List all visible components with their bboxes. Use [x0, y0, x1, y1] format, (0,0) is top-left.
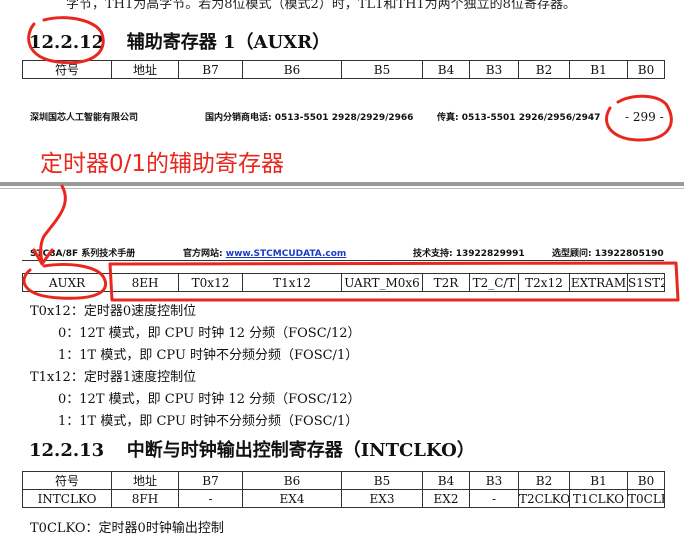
cell-b1: EXTRAM — [569, 273, 628, 292]
cell-b6: T1x12 — [242, 273, 342, 292]
cell-b3: T2_C/T — [469, 273, 519, 292]
header-cell: 地址 — [111, 471, 179, 490]
header-cell: B0 — [627, 471, 665, 490]
cell-symbol: INTCLKO — [22, 489, 112, 508]
footer-fax: 传真: 0513-5501 2926/2956/2947 — [437, 113, 601, 123]
section-heading: 中断与时钟输出控制寄存器（INTCLKO） — [126, 440, 475, 461]
bottom-cut-text: T0CLKO：定时器0时钟输出控制 — [30, 521, 224, 536]
section-title-auxr: 12.2.12 辅助寄存器 1（AUXR） — [29, 28, 330, 54]
header-website-label: 官方网站: — [183, 249, 223, 259]
header-support: 技术支持: 13922829991 — [413, 249, 525, 259]
cell-address: 地址 — [111, 60, 179, 79]
desc-t1x12-option-0: 0：12T 模式，即 CPU 时钟 12 分频（FOSC/12） — [58, 392, 361, 407]
header-cell: B3 — [469, 471, 519, 490]
page-separator-line — [0, 188, 684, 189]
header-series: STC8A/8F 系列技术手册 — [30, 249, 136, 259]
cell-b7: B7 — [178, 60, 243, 79]
cell-symbol: 符号 — [22, 60, 112, 79]
cell-b4: EX2 — [422, 489, 470, 508]
header-cell: B5 — [341, 471, 423, 490]
header-cell: B6 — [242, 471, 342, 490]
cell-symbol: AUXR — [22, 273, 112, 292]
cell-b3: B3 — [469, 60, 519, 79]
header-cell: B2 — [518, 471, 570, 490]
table-row: INTCLKO 8FH - EX4 EX3 EX2 - T2CLKO T1CLK… — [22, 489, 665, 508]
page-number: - 299 - — [625, 110, 664, 124]
cell-b5: UART_M0x6 — [341, 273, 423, 292]
header-cell: 符号 — [22, 471, 112, 490]
section-title-intclko: 12.2.13 中断与时钟输出控制寄存器（INTCLKO） — [29, 436, 475, 462]
section-number: 12.2.13 — [29, 440, 105, 461]
header-cell: B4 — [422, 471, 470, 490]
header-cell: B1 — [569, 471, 628, 490]
table-row: 符号 地址 B7 B6 B5 B4 B3 B2 B1 B0 — [22, 60, 665, 79]
cell-address: 8FH — [111, 489, 179, 508]
cell-b4: B4 — [422, 60, 470, 79]
desc-t0x12-option-0: 0：12T 模式，即 CPU 时钟 12 分频（FOSC/12） — [58, 326, 361, 341]
cell-b0: B0 — [627, 60, 665, 79]
header-website: 官方网站: www.STCMCUDATA.com — [183, 246, 346, 259]
cell-b2: T2CLKO — [518, 489, 570, 508]
cell-b5: B5 — [341, 60, 423, 79]
cell-b4: T2R — [422, 273, 470, 292]
section-heading: 辅助寄存器 1（AUXR） — [126, 32, 331, 53]
desc-t1x12-option-1: 1：1T 模式，即 CPU 时钟不分频分频（FOSC/1） — [58, 414, 359, 429]
cell-b2: B2 — [518, 60, 570, 79]
intclko-register-table: 符号 地址 B7 B6 B5 B4 B3 B2 B1 B0 INTCLKO 8F… — [22, 471, 665, 508]
header-cell: B7 — [178, 471, 243, 490]
cell-b6: B6 — [242, 60, 342, 79]
footer-sales-phone: 国内分销商电话: 0513-5501 2928/2929/2966 — [205, 113, 414, 123]
auxr-header-table: 符号 地址 B7 B6 B5 B4 B3 B2 B1 B0 — [22, 60, 665, 79]
cell-b7: - — [178, 489, 243, 508]
cell-b1: T1CLKO — [569, 489, 628, 508]
desc-t0x12-option-1: 1：1T 模式，即 CPU 时钟不分频分频（FOSC/1） — [58, 348, 359, 363]
cell-b1: B1 — [569, 60, 628, 79]
footer-company: 深圳国芯人工智能有限公司 — [30, 113, 139, 123]
cell-b0: S1ST2 — [627, 273, 665, 292]
cell-b5: EX3 — [341, 489, 423, 508]
top-cut-text: 字节，TH1为高字节。若为8位模式（模式2）时，TL1和TH1为两个独立的8位寄… — [66, 0, 576, 12]
desc-t0x12-title: T0x12：定时器0速度控制位 — [30, 304, 197, 319]
cell-address: 8EH — [111, 273, 179, 292]
table-header-row: 符号 地址 B7 B6 B5 B4 B3 B2 B1 B0 — [22, 471, 665, 490]
cell-b2: T2x12 — [518, 273, 570, 292]
header-rule — [22, 260, 664, 261]
website-link[interactable]: www.STCMCUDATA.com — [226, 249, 347, 259]
desc-t1x12-title: T1x12：定时器1速度控制位 — [30, 370, 197, 385]
header-sample: 选型顾问: 13922805190 — [552, 249, 664, 259]
cell-b6: EX4 — [242, 489, 342, 508]
cell-b3: - — [469, 489, 519, 508]
auxr-register-table: AUXR 8EH T0x12 T1x12 UART_M0x6 T2R T2_C/… — [22, 273, 665, 292]
cell-b7: T0x12 — [178, 273, 243, 292]
cell-b0: T0CLKO — [627, 489, 665, 508]
section-number: 12.2.12 — [29, 32, 105, 53]
annotation-text: 定时器0/1的辅助寄存器 — [40, 151, 285, 177]
table-row: AUXR 8EH T0x12 T1x12 UART_M0x6 T2R T2_C/… — [22, 273, 665, 292]
